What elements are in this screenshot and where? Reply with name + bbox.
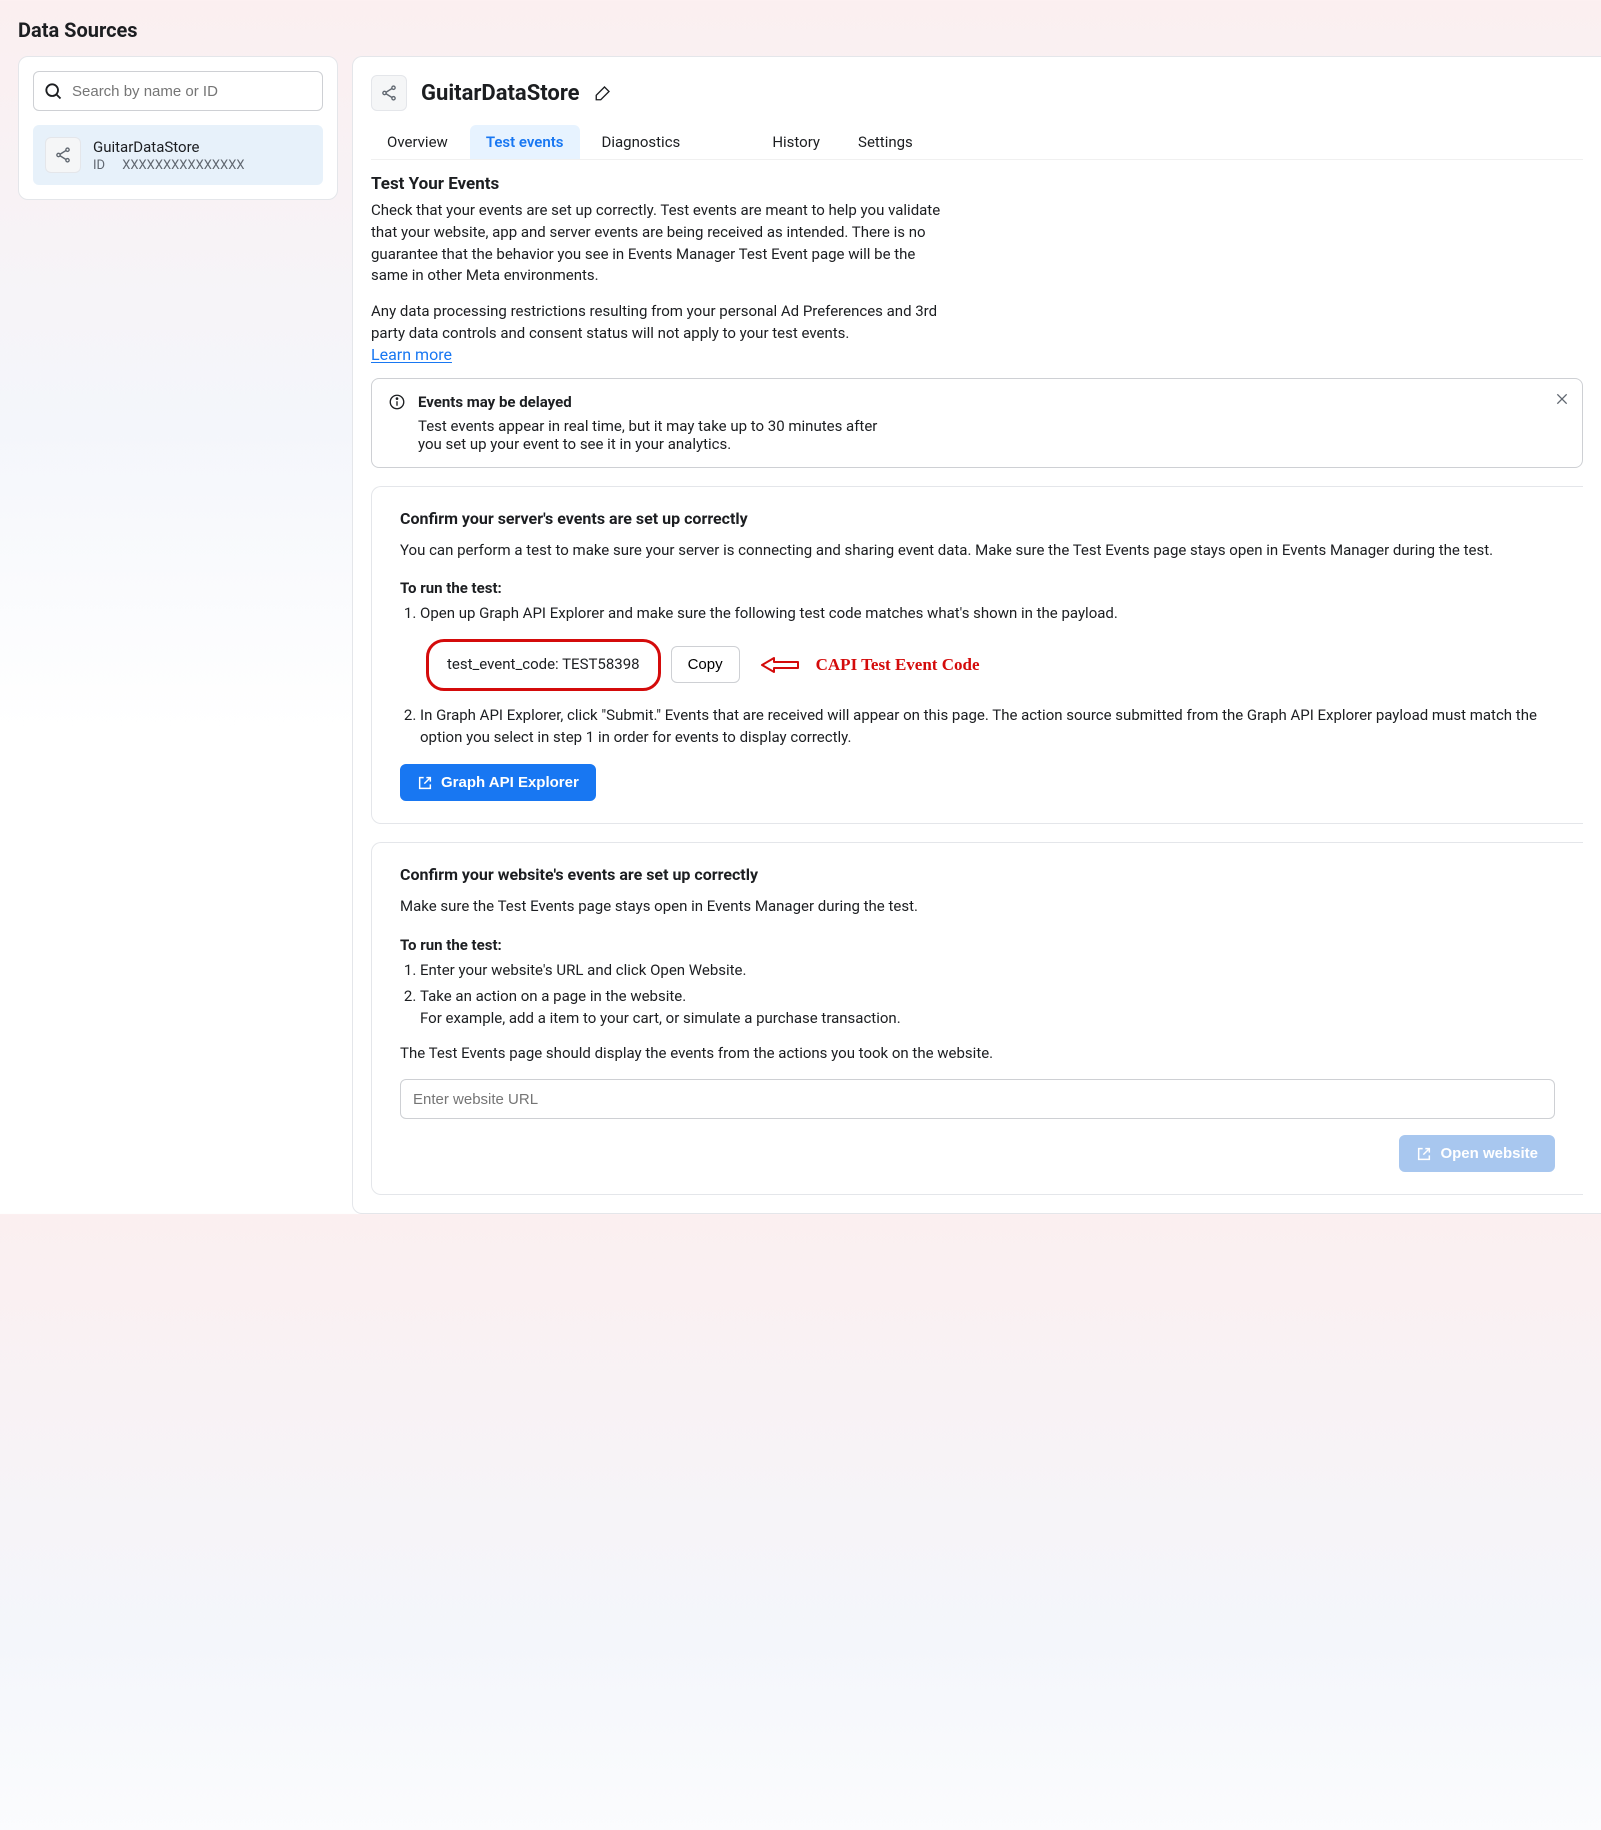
step-1: Open up Graph API Explorer and make sure… (420, 603, 1555, 691)
datasource-id: ID XXXXXXXXXXXXXXX (93, 158, 245, 173)
graph-api-explorer-button[interactable]: Graph API Explorer (400, 764, 596, 801)
share-network-icon (45, 137, 81, 173)
website-events-card: Confirm your website's events are set up… (371, 842, 1583, 1195)
step-1: Enter your website's URL and click Open … (420, 960, 1555, 982)
search-icon (43, 81, 63, 101)
card-lead: You can perform a test to make sure your… (400, 540, 1555, 562)
notice-message: Test events appear in real time, but it … (418, 417, 898, 453)
external-link-icon (1416, 1146, 1432, 1162)
tab-history[interactable]: History (756, 125, 836, 159)
server-events-card: Confirm your server's events are set up … (371, 486, 1583, 825)
share-network-icon (371, 75, 407, 111)
run-test-heading: To run the test: (400, 936, 1555, 954)
arrow-left-icon (760, 655, 800, 675)
close-icon[interactable] (1554, 391, 1570, 407)
card-title: Confirm your website's events are set up… (400, 865, 1555, 884)
datasource-title: GuitarDataStore (421, 81, 580, 106)
tabs: Overview Test events Diagnostics History… (371, 125, 1583, 160)
sidebar: GuitarDataStore ID XXXXXXXXXXXXXXX (18, 56, 338, 200)
edit-icon[interactable] (594, 84, 612, 102)
tab-diagnostics[interactable]: Diagnostics (586, 125, 697, 159)
section-heading: Test Your Events (371, 174, 1583, 194)
sidebar-item-datasource[interactable]: GuitarDataStore ID XXXXXXXXXXXXXXX (33, 125, 323, 185)
datasource-name: GuitarDataStore (93, 138, 245, 156)
test-event-code: test_event_code: TEST58398 (426, 639, 661, 691)
tab-overview[interactable]: Overview (371, 125, 464, 159)
copy-button[interactable]: Copy (671, 646, 740, 683)
main-panel: GuitarDataStore Overview Test events Dia… (352, 56, 1601, 1214)
website-url-input[interactable] (400, 1079, 1555, 1119)
open-website-button[interactable]: Open website (1399, 1135, 1555, 1172)
page-title: Data Sources (18, 18, 1601, 42)
intro-text-1: Check that your events are set up correc… (371, 200, 941, 287)
info-icon (388, 393, 406, 453)
notice-title: Events may be delayed (418, 393, 898, 411)
annotation-label: CAPI Test Event Code (816, 653, 980, 678)
card-title: Confirm your server's events are set up … (400, 509, 1555, 528)
intro-text-2: Any data processing restrictions resulti… (371, 301, 941, 345)
run-test-heading: To run the test: (400, 579, 1555, 597)
external-link-icon (417, 775, 433, 791)
tab-test-events[interactable]: Test events (470, 125, 580, 159)
search-input[interactable] (33, 71, 323, 111)
step-2: In Graph API Explorer, click "Submit." E… (420, 705, 1555, 749)
tab-settings[interactable]: Settings (842, 125, 929, 159)
step-2: Take an action on a page in the website.… (420, 986, 1555, 1030)
delay-notice: Events may be delayed Test events appear… (371, 378, 1583, 468)
learn-more-link[interactable]: Learn more (371, 345, 452, 364)
card-lead: Make sure the Test Events page stays ope… (400, 896, 1555, 918)
card-footer-text: The Test Events page should display the … (400, 1043, 1555, 1065)
